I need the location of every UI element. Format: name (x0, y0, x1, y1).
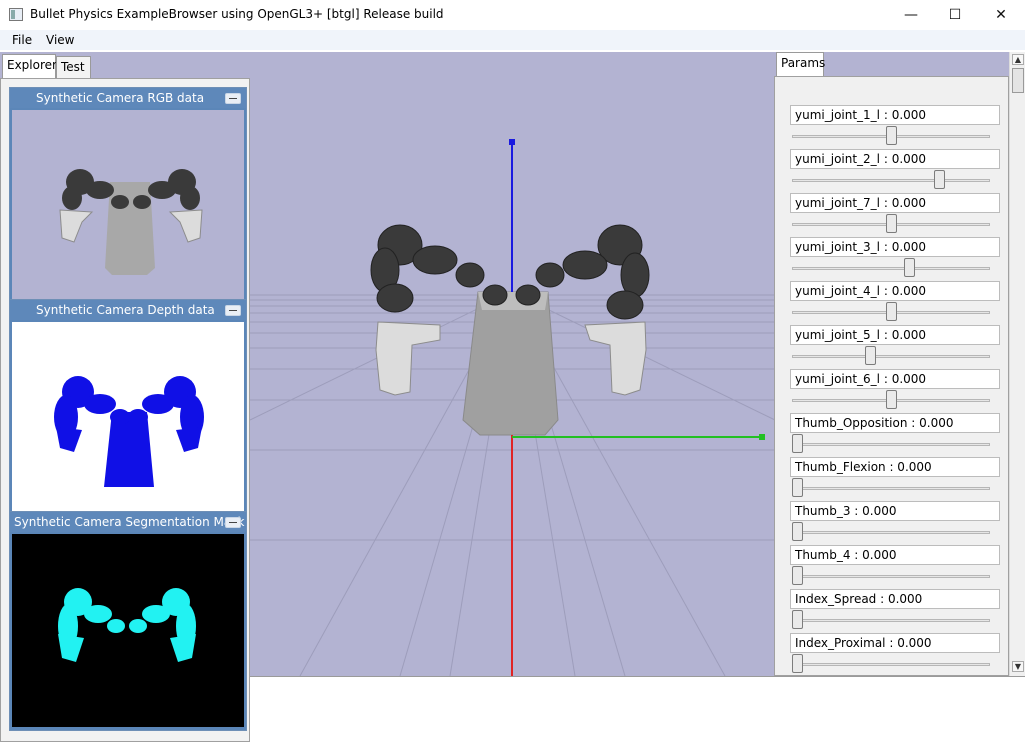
scrollbar-thumb[interactable] (1012, 68, 1024, 93)
param-slider-thumb[interactable] (792, 434, 803, 453)
rgb-camera-title: Synthetic Camera RGB data (10, 88, 246, 108)
param-row: Index_Proximal : 0.000 (790, 633, 1002, 675)
param-row: yumi_joint_6_l : 0.000 (790, 369, 1002, 413)
param-value-field[interactable]: yumi_joint_2_l : 0.000 (790, 149, 1000, 169)
scroll-down-arrow-icon[interactable]: ▼ (1012, 661, 1024, 672)
param-row: yumi_joint_3_l : 0.000 (790, 237, 1002, 281)
param-row: yumi_joint_2_l : 0.000 (790, 149, 1002, 193)
title-bar[interactable]: Bullet Physics ExampleBrowser using Open… (0, 0, 1025, 30)
param-value-field[interactable]: Index_Proximal : 0.000 (790, 633, 1000, 653)
param-slider-thumb[interactable] (792, 610, 803, 629)
param-value-field[interactable]: yumi_joint_7_l : 0.000 (790, 193, 1000, 213)
rgb-camera-collapse-button[interactable] (225, 93, 241, 104)
tab-test[interactable]: Test (56, 56, 91, 78)
close-button[interactable]: ✕ (978, 0, 1024, 30)
params-panel: Params yumi_joint_1_l : 0.000 yumi_joint_… (774, 52, 1025, 676)
tab-explorer[interactable]: Explorer (2, 54, 57, 78)
window-title: Bullet Physics ExampleBrowser using Open… (30, 7, 444, 21)
console-area (250, 676, 1025, 742)
application-window: Bullet Physics ExampleBrowser using Open… (0, 0, 1025, 742)
param-value-field[interactable]: Thumb_3 : 0.000 (790, 501, 1000, 521)
param-slider-thumb[interactable] (864, 346, 876, 365)
menu-bar: File View (0, 30, 1025, 50)
param-slider-track[interactable] (792, 267, 990, 270)
param-slider-thumb[interactable] (904, 258, 916, 277)
param-slider-track[interactable] (792, 575, 990, 578)
params-scrollbar[interactable]: ▲ ▼ (1009, 52, 1025, 676)
z-axis-tip (509, 139, 515, 145)
segmentation-camera-collapse-button[interactable] (225, 517, 241, 528)
depth-camera-collapse-button[interactable] (225, 305, 241, 316)
param-slider-track[interactable] (792, 619, 990, 622)
param-slider-thumb[interactable] (885, 390, 897, 409)
maximize-button[interactable]: ☐ (932, 0, 978, 30)
menu-view[interactable]: View (46, 33, 74, 47)
tab-params[interactable]: Params (776, 52, 825, 76)
param-slider-track[interactable] (792, 663, 990, 666)
param-slider-track[interactable] (792, 443, 990, 446)
param-slider-thumb[interactable] (885, 126, 897, 145)
explorer-panel: Explorer Test Synthetic Camera RGB data (0, 52, 250, 742)
rgb-camera-view (12, 110, 244, 300)
depth-camera-view (12, 322, 244, 512)
param-value-field[interactable]: Index_Spread : 0.000 (790, 589, 1000, 609)
depth-camera-window[interactable]: Synthetic Camera Depth data (9, 299, 247, 512)
param-slider-thumb[interactable] (885, 302, 897, 321)
param-row: yumi_joint_7_l : 0.000 (790, 193, 1002, 237)
param-slider-thumb[interactable] (885, 214, 897, 233)
param-value-field[interactable]: Thumb_Opposition : 0.000 (790, 413, 1000, 433)
param-slider-thumb[interactable] (792, 478, 803, 497)
param-slider-track[interactable] (792, 179, 990, 182)
param-slider-thumb[interactable] (792, 654, 803, 673)
app-icon (9, 8, 23, 21)
param-value-field[interactable]: Thumb_4 : 0.000 (790, 545, 1000, 565)
params-list: yumi_joint_1_l : 0.000 yumi_joint_2_l : 0… (774, 76, 1009, 676)
segmentation-camera-window[interactable]: Synthetic Camera Segmentation Mask (9, 511, 247, 731)
scroll-up-arrow-icon[interactable]: ▲ (1012, 54, 1024, 65)
minimize-button[interactable]: — (888, 0, 934, 30)
param-value-field[interactable]: yumi_joint_5_l : 0.000 (790, 325, 1000, 345)
param-slider-thumb[interactable] (792, 566, 803, 585)
param-slider-track[interactable] (792, 355, 990, 358)
param-row: Thumb_Flexion : 0.000 (790, 457, 1002, 501)
param-slider-thumb[interactable] (792, 522, 803, 541)
param-value-field[interactable]: Thumb_Flexion : 0.000 (790, 457, 1000, 477)
robot-model (370, 224, 650, 436)
segmentation-camera-view (12, 534, 244, 727)
param-row: Thumb_Opposition : 0.000 (790, 413, 1002, 457)
param-slider-track[interactable] (792, 487, 990, 490)
param-value-field[interactable]: yumi_joint_1_l : 0.000 (790, 105, 1000, 125)
param-row: yumi_joint_5_l : 0.000 (790, 325, 1002, 369)
param-value-field[interactable]: yumi_joint_6_l : 0.000 (790, 369, 1000, 389)
param-slider-track[interactable] (792, 531, 990, 534)
y-axis-tip (759, 434, 765, 440)
param-row: yumi_joint_1_l : 0.000 (790, 105, 1002, 149)
segmentation-camera-title: Synthetic Camera Segmentation Mask (10, 512, 246, 532)
param-value-field[interactable]: yumi_joint_3_l : 0.000 (790, 237, 1000, 257)
menu-file[interactable]: File (12, 33, 32, 47)
param-row: yumi_joint_4_l : 0.000 (790, 281, 1002, 325)
param-row: Thumb_3 : 0.000 (790, 501, 1002, 545)
param-slider-thumb[interactable] (934, 170, 946, 189)
depth-camera-title: Synthetic Camera Depth data (10, 300, 246, 320)
param-value-field[interactable]: yumi_joint_4_l : 0.000 (790, 281, 1000, 301)
param-row: Thumb_4 : 0.000 (790, 545, 1002, 589)
rgb-camera-window[interactable]: Synthetic Camera RGB data (9, 87, 247, 300)
param-row: Index_Spread : 0.000 (790, 589, 1002, 633)
